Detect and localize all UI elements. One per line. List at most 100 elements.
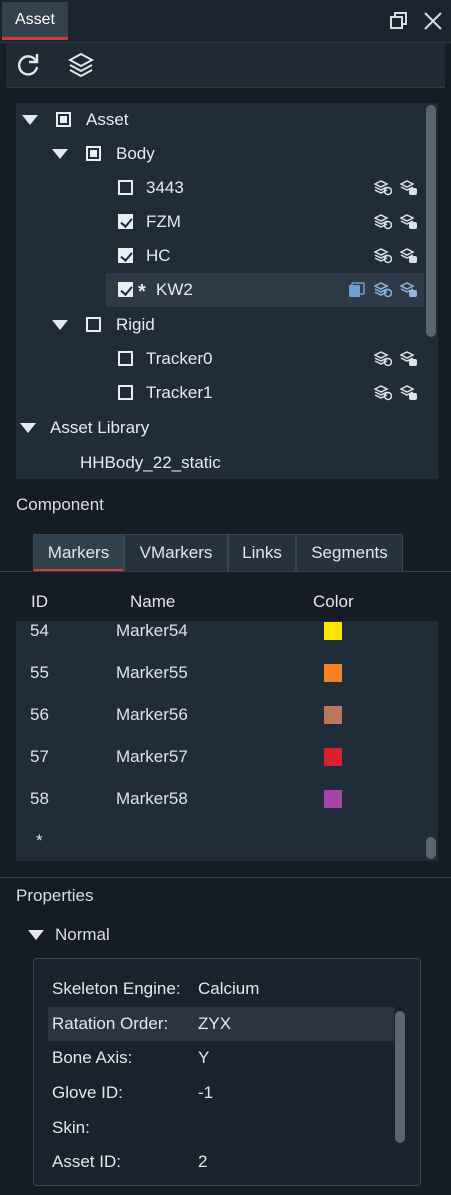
marker-name: Marker55 — [116, 663, 188, 682]
asset-db-icon[interactable] — [400, 351, 418, 367]
prop-glove-id[interactable]: Glove ID: -1 — [48, 1076, 394, 1110]
expand-arrow-icon[interactable] — [28, 930, 44, 940]
tree-label: Asset Library — [50, 418, 150, 437]
asset-db-icon[interactable] — [400, 282, 418, 298]
marker-row[interactable]: 56 Marker56 — [16, 705, 426, 747]
close-icon[interactable] — [423, 11, 443, 31]
marker-row[interactable]: 58 Marker58 — [16, 789, 426, 831]
column-id[interactable]: ID — [31, 592, 48, 612]
marker-color-swatch[interactable] — [324, 748, 342, 766]
tree-label: KW2 — [156, 280, 193, 299]
marker-row[interactable]: 54 Marker54 — [16, 621, 426, 663]
asset-solve-icon[interactable] — [374, 282, 392, 298]
marker-id: 57 — [30, 747, 49, 766]
prop-value[interactable]: ZYX — [198, 1014, 231, 1034]
checkbox[interactable] — [118, 180, 133, 195]
prop-key: Skin: — [52, 1118, 90, 1137]
tab-segments[interactable]: Segments — [296, 534, 403, 572]
asset-solve-icon[interactable] — [374, 351, 392, 367]
prop-key: Ratation Order: — [52, 1014, 169, 1033]
restore-icon[interactable] — [389, 11, 409, 31]
prop-skeleton-engine[interactable]: Skeleton Engine: Calcium — [48, 972, 394, 1006]
marker-color-swatch[interactable] — [324, 622, 342, 640]
checkbox-partial[interactable] — [56, 112, 71, 127]
asset-tree: Asset Body 3443 FZM HC * KW2 Rigid Track… — [16, 103, 438, 479]
properties-group[interactable]: Normal — [55, 925, 110, 945]
tree-label: Body — [116, 144, 155, 163]
tab-links[interactable]: Links — [228, 534, 296, 572]
prop-value[interactable]: Y — [198, 1048, 209, 1068]
asset-solve-icon[interactable] — [374, 180, 392, 196]
marker-row[interactable]: 57 Marker57 — [16, 747, 426, 789]
checkbox[interactable] — [118, 351, 133, 366]
tree-label: HC — [146, 246, 171, 265]
expand-arrow-icon[interactable] — [52, 149, 68, 159]
checkbox-checked[interactable] — [118, 248, 133, 263]
prop-value[interactable]: -1 — [198, 1083, 213, 1103]
marker-scrollbar[interactable] — [426, 837, 436, 859]
tree-row-rigid[interactable]: Rigid — [16, 308, 426, 342]
prop-skin[interactable]: Skin: — [48, 1111, 394, 1145]
tree-row-hc[interactable]: HC — [16, 239, 426, 273]
marker-list: 54 Marker54 55 Marker55 56 Marker56 57 M… — [16, 621, 438, 861]
asset-solve-icon[interactable] — [374, 385, 392, 401]
properties-scrollbar[interactable] — [395, 1011, 405, 1143]
marker-id: 56 — [30, 705, 49, 724]
tree-label: FZM — [146, 212, 181, 231]
prop-bone-axis[interactable]: Bone Axis: Y — [48, 1041, 394, 1075]
checkbox-checked[interactable] — [118, 214, 133, 229]
asset-save-icon[interactable] — [348, 282, 366, 298]
prop-asset-id[interactable]: Asset ID: 2 — [48, 1145, 394, 1179]
prop-key: Glove ID: — [52, 1083, 123, 1102]
asset-solve-icon[interactable] — [374, 248, 392, 264]
checkbox[interactable] — [118, 385, 133, 400]
asset-db-icon[interactable] — [400, 385, 418, 401]
divider — [0, 571, 451, 572]
tab-asset[interactable]: Asset — [2, 2, 68, 40]
asset-db-icon[interactable] — [400, 214, 418, 230]
tree-label: Tracker0 — [146, 349, 213, 368]
tree-row-asset[interactable]: Asset — [16, 103, 426, 137]
properties-box: Skeleton Engine: Calcium Ratation Order:… — [33, 958, 421, 1186]
tree-row-asset-library[interactable]: Asset Library — [16, 411, 426, 445]
marker-row[interactable]: 55 Marker55 — [16, 663, 426, 705]
tree-row-kw2[interactable]: * KW2 — [106, 273, 424, 307]
tree-label: 3443 — [146, 178, 184, 197]
checkbox[interactable] — [86, 317, 101, 332]
asset-db-icon[interactable] — [400, 180, 418, 196]
prop-key: Skeleton Engine: — [52, 979, 181, 998]
prop-value[interactable]: 2 — [198, 1152, 207, 1172]
tree-scrollbar[interactable] — [426, 105, 436, 337]
prop-value[interactable]: Calcium — [198, 979, 259, 999]
prop-key: Asset ID: — [52, 1152, 121, 1171]
marker-color-swatch[interactable] — [324, 664, 342, 682]
expand-arrow-icon[interactable] — [52, 320, 68, 330]
prop-rotation-order[interactable]: Ratation Order: ZYX — [48, 1007, 394, 1041]
tree-row-tracker0[interactable]: Tracker0 — [16, 342, 426, 376]
tree-row-body[interactable]: Body — [16, 137, 426, 171]
checkbox-checked[interactable] — [118, 282, 133, 297]
marker-name: Marker54 — [116, 621, 188, 640]
expand-arrow-icon[interactable] — [20, 423, 36, 433]
marker-color-swatch[interactable] — [324, 790, 342, 808]
marker-new-row[interactable]: * — [16, 831, 426, 861]
expand-arrow-icon[interactable] — [22, 115, 38, 125]
refresh-icon[interactable] — [15, 52, 41, 78]
tree-row-library-item[interactable]: HHBody_22_static — [16, 446, 426, 479]
asset-solve-icon[interactable] — [374, 214, 392, 230]
marker-color-swatch[interactable] — [324, 706, 342, 724]
tree-row-tracker1[interactable]: Tracker1 — [16, 376, 426, 410]
modified-mark: * — [138, 281, 146, 303]
tree-row-3443[interactable]: 3443 — [16, 171, 426, 205]
divider — [0, 877, 451, 878]
layers-icon[interactable] — [67, 52, 95, 78]
tab-vmarkers[interactable]: VMarkers — [124, 534, 228, 572]
column-name[interactable]: Name — [130, 592, 175, 612]
column-color[interactable]: Color — [313, 592, 354, 612]
asset-db-icon[interactable] — [400, 248, 418, 264]
tree-row-fzm[interactable]: FZM — [16, 205, 426, 239]
tab-markers[interactable]: Markers — [33, 534, 124, 572]
tree-label: Rigid — [116, 315, 155, 334]
checkbox-partial[interactable] — [86, 146, 101, 161]
component-title: Component — [16, 495, 104, 514]
